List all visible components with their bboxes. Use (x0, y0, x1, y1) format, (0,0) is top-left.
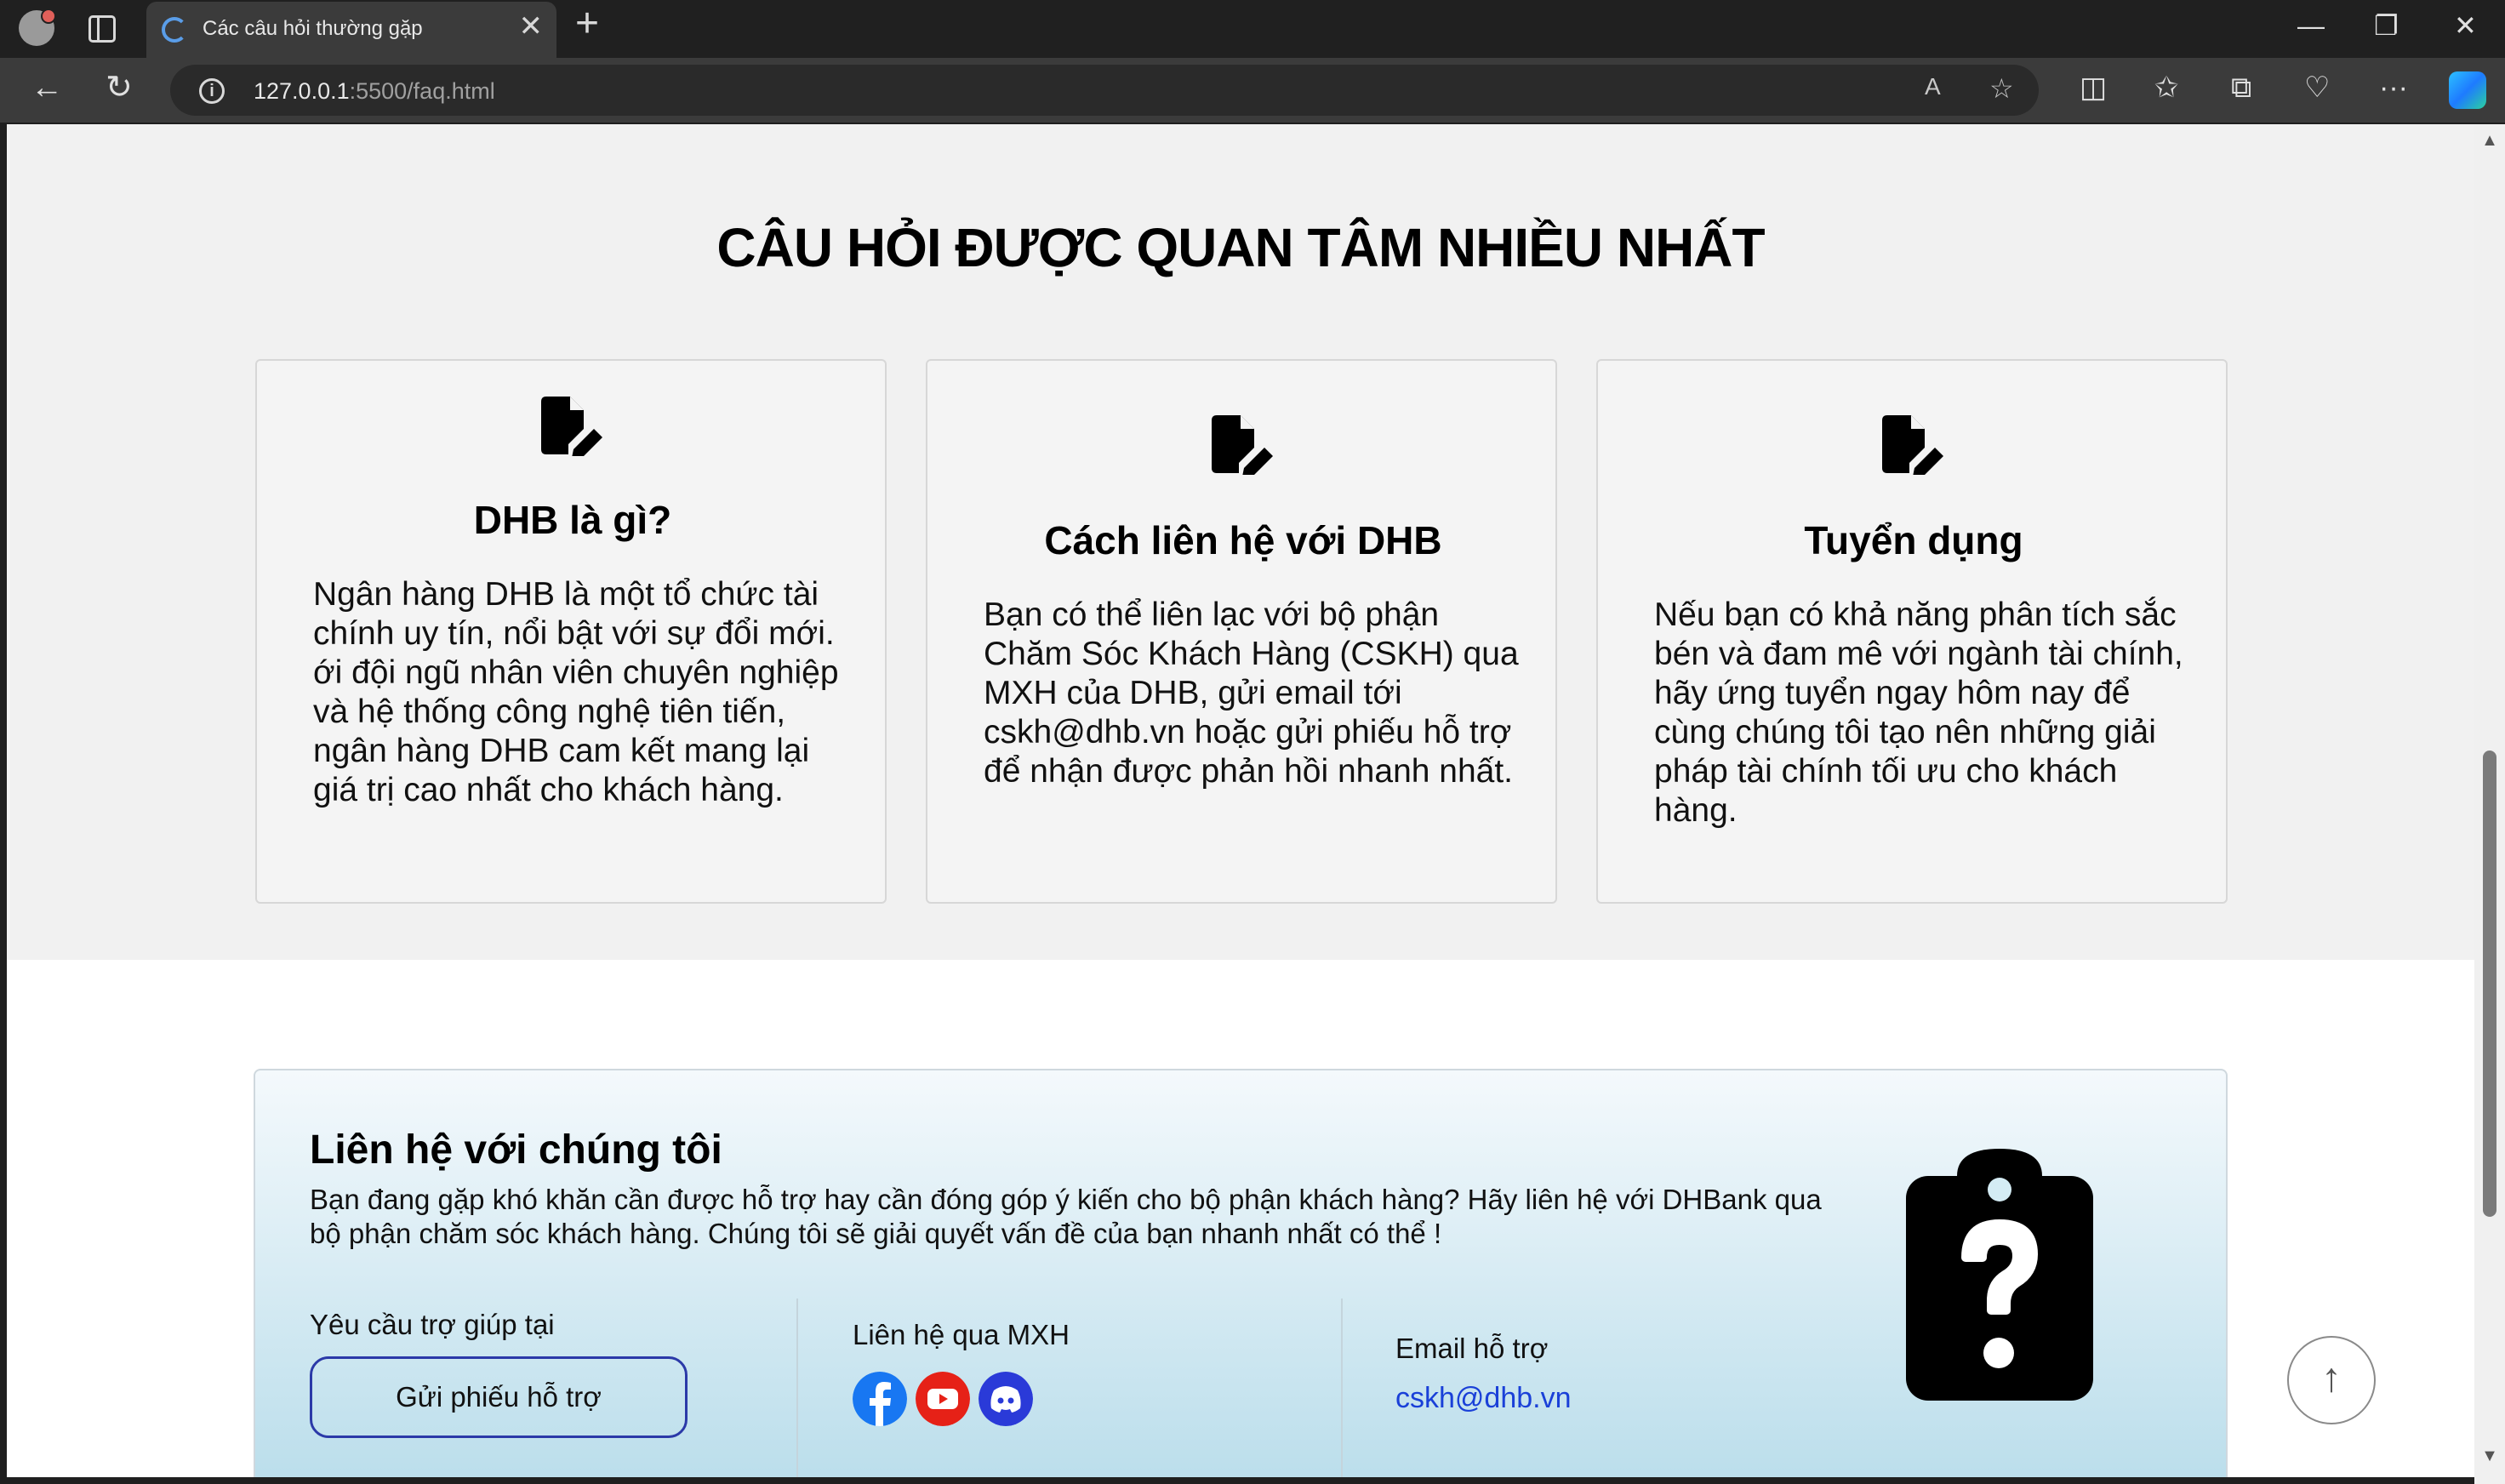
read-aloud-icon[interactable]: A (1925, 75, 1941, 99)
more-menu-button[interactable]: ··· (2379, 73, 2408, 102)
close-tab-button[interactable]: ✕ (519, 12, 544, 41)
faq-card-recruitment: Tuyển dụng Nếu bạn có khả năng phân tích… (1596, 359, 2228, 904)
tab-bar: Các câu hỏi thường gặp ✕ + — ❐ ✕ (0, 0, 2505, 58)
youtube-icon[interactable] (916, 1372, 970, 1426)
send-support-ticket-button[interactable]: Gửi phiếu hỗ trợ (310, 1356, 688, 1438)
help-label: Yêu cầu trợ giúp tại (310, 1309, 555, 1340)
column-divider (796, 1298, 798, 1477)
profile-avatar[interactable] (19, 9, 56, 46)
faq-card-body: Ngân hàng DHB là một tổ chức tài chính u… (313, 576, 839, 808)
faq-card-about: DHB là gì? Ngân hàng DHB là một tổ chức … (255, 359, 887, 904)
faq-card-body: Bạn có thể liên lạc với bộ phận Chăm Sóc… (984, 596, 1519, 790)
address-toolbar: ← ↻ i 127.0.0.1:5500/faq.html A ☆ ◫ ✩ ⧉ … (0, 58, 2505, 123)
clipboard-question-icon (1906, 1149, 2093, 1401)
restore-button[interactable]: ❐ (2374, 12, 2399, 39)
faq-card-title: DHB là gì? (473, 498, 672, 542)
scroll-down-arrow-icon[interactable]: ▼ (2474, 1447, 2505, 1466)
faq-card-title: Tuyển dụng (1804, 518, 2023, 562)
social-label: Liên hệ qua MXH (853, 1319, 1070, 1350)
back-button[interactable]: ← (31, 71, 63, 104)
facebook-icon[interactable] (853, 1372, 907, 1426)
contact-panel: Liên hệ với chúng tôi Bạn đang gặp khó k… (254, 1069, 2228, 1477)
support-email-link[interactable]: cskh@dhb.vn (1395, 1382, 1572, 1415)
new-tab-button[interactable]: + (575, 3, 599, 44)
faq-card-body: Nếu bạn có khả năng phân tích sắc bén và… (1654, 596, 2183, 829)
page-viewport: CÂU HỎI ĐƯỢC QUAN TÂM NHIỀU NHẤT DHB là … (7, 124, 2474, 1477)
tab-faq[interactable]: Các câu hỏi thường gặp ✕ (146, 2, 556, 58)
faq-heading: CÂU HỎI ĐƯỢC QUAN TÂM NHIỀU NHẤT (716, 217, 1765, 278)
faq-card-contact: Cách liên hệ với DHB Bạn có thể liên lạc… (926, 359, 1557, 904)
url-text[interactable]: 127.0.0.1:5500/faq.html (254, 78, 495, 105)
favorites-icon[interactable]: ✩ (2154, 73, 2179, 102)
contact-description: Bạn đang gặp khó khăn cần được hỗ trợ ha… (310, 1184, 1822, 1249)
loading-favicon-icon (162, 17, 187, 43)
discord-icon[interactable] (979, 1372, 1033, 1426)
split-screen-icon[interactable]: ◫ (2080, 73, 2107, 102)
minimize-button[interactable]: — (2297, 12, 2325, 39)
favorite-star-icon[interactable]: ☆ (1989, 75, 2014, 102)
browser-essentials-icon[interactable]: ♡ (2304, 73, 2330, 102)
scroll-up-arrow-icon[interactable]: ▲ (2474, 131, 2505, 151)
file-pen-icon (1212, 415, 1273, 475)
address-bar[interactable]: i 127.0.0.1:5500/faq.html A ☆ (170, 65, 2039, 116)
close-window-button[interactable]: ✕ (2454, 12, 2477, 39)
workspaces-icon[interactable] (88, 15, 116, 43)
reload-button[interactable]: ↻ (106, 71, 133, 104)
copilot-icon[interactable] (2449, 71, 2486, 109)
file-pen-icon (541, 397, 602, 456)
faq-section: CÂU HỎI ĐƯỢC QUAN TÂM NHIỀU NHẤT DHB là … (7, 124, 2474, 960)
file-pen-icon (1882, 415, 1943, 475)
collections-icon[interactable]: ⧉ (2231, 73, 2251, 102)
tab-title: Các câu hỏi thường gặp (203, 17, 423, 40)
site-info-icon[interactable]: i (199, 78, 225, 104)
column-divider (1341, 1298, 1343, 1477)
scroll-to-top-button[interactable]: ↑ (2287, 1336, 2376, 1424)
scrollbar-thumb[interactable] (2483, 751, 2496, 1217)
page-scrollbar[interactable]: ▲ ▼ (2474, 124, 2505, 1484)
faq-card-title: Cách liên hệ với DHB (1044, 518, 1442, 562)
email-label: Email hỗ trợ (1395, 1333, 1549, 1364)
contact-title: Liên hệ với chúng tôi (310, 1127, 722, 1173)
